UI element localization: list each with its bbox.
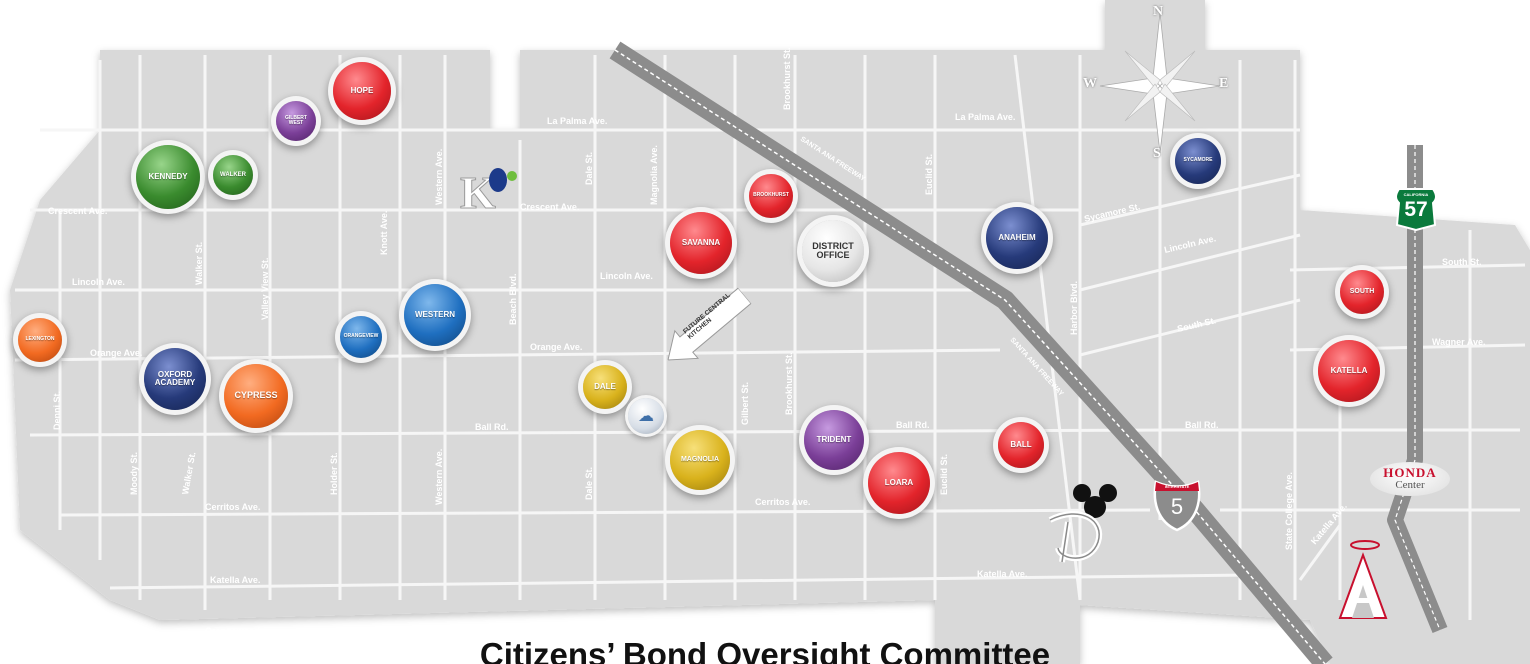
school-western[interactable]: WESTERN	[404, 284, 466, 346]
school-magnolia[interactable]: MAGNOLIA	[670, 430, 730, 490]
school-orangeview[interactable]: ORANGEVIEW	[340, 316, 382, 358]
chef-hat-icon: ☁	[638, 408, 654, 425]
future-kitchen-marker[interactable]: ☁	[628, 398, 664, 434]
school-ball[interactable]: BALL	[998, 422, 1044, 468]
label-western-n: Western Ave.	[434, 149, 444, 205]
compass-icon	[1099, 12, 1221, 154]
label-brookhurst-s: Brookhurst St.	[784, 352, 794, 415]
compass-w: W	[1083, 76, 1097, 91]
school-lexington[interactable]: LEXINGTON	[18, 318, 62, 362]
label-magnolia: Magnolia Ave.	[649, 145, 659, 205]
label-katella-east: Katella Ave.	[977, 569, 1027, 579]
label-knott: Knott Ave.	[379, 211, 389, 255]
interstate-5-shield: INTERSTATE 5	[1152, 478, 1202, 532]
school-oxford-academy[interactable]: OXFORD ACADEMY	[144, 348, 206, 410]
interstate-5-number: 5	[1170, 494, 1184, 519]
label-la-palma-east: La Palma Ave.	[955, 112, 1015, 122]
label-katella-west: Katella Ave.	[210, 575, 260, 585]
label-euclid-n: Euclid St.	[924, 154, 934, 195]
label-holder: Holder St.	[329, 452, 339, 495]
label-crescent-west: Crescent Ave.	[48, 206, 107, 216]
label-orange-mid: Orange Ave.	[530, 342, 582, 352]
school-gilbert-west[interactable]: GILBERT WEST	[276, 101, 316, 141]
school-cypress[interactable]: CYPRESS	[224, 364, 288, 428]
honda-center-logo: HONDA Center	[1370, 462, 1450, 496]
interstate-5-top: INTERSTATE	[1164, 484, 1190, 489]
map-stage: La Palma Ave. La Palma Ave. Crescent Ave…	[0, 0, 1530, 664]
highway-57-shield: CALIFORNIA 57	[1393, 185, 1439, 232]
label-ball-mid: Ball Rd.	[475, 422, 509, 432]
label-cerritos-mid: Cerritos Ave.	[755, 497, 810, 507]
honda-center-line2: Center	[1395, 479, 1425, 491]
label-orange-west: Orange Ave.	[90, 348, 142, 358]
school-anaheim[interactable]: ANAHEIM	[986, 207, 1048, 269]
label-lincoln-mid: Lincoln Ave.	[600, 271, 653, 281]
label-south-east: South St.	[1442, 257, 1482, 267]
label-moody: Moody St.	[129, 452, 139, 495]
label-dale-s: Dale St.	[584, 467, 594, 500]
school-south[interactable]: SOUTH	[1340, 270, 1384, 314]
school-katella[interactable]: KATELLA	[1318, 340, 1380, 402]
school-hope[interactable]: HOPE	[333, 62, 391, 120]
district-map: La Palma Ave. La Palma Ave. Crescent Ave…	[10, 0, 1530, 664]
label-brookhurst-n: Brookhurst St.	[782, 47, 792, 110]
label-gilbert: Gilbert St.	[740, 382, 750, 425]
label-state-college: State College Ave.	[1284, 472, 1294, 550]
label-wagner: Wagner Ave.	[1432, 337, 1486, 347]
label-lincoln-west: Lincoln Ave.	[72, 277, 125, 287]
school-walker[interactable]: WALKER	[213, 155, 253, 195]
compass-rose: N S W E	[1083, 4, 1229, 161]
school-loara[interactable]: LOARA	[868, 452, 930, 514]
school-sycamore[interactable]: SYCAMORE	[1175, 138, 1221, 184]
label-valley-view: Valley View St.	[260, 258, 270, 320]
label-beach: Beach Blvd.	[508, 273, 518, 325]
school-kennedy[interactable]: KENNEDY	[136, 145, 200, 209]
label-cerritos-west: Cerritos Ave.	[205, 502, 260, 512]
highway-57-top: CALIFORNIA	[1403, 192, 1429, 197]
compass-n: N	[1153, 4, 1164, 19]
school-brookhurst[interactable]: BROOKHURST	[749, 174, 793, 218]
school-district-office[interactable]: DISTRICT OFFICE	[802, 220, 864, 282]
label-harbor: Harbor Blvd.	[1069, 281, 1079, 335]
label-ball-east: Ball Rd.	[1185, 420, 1219, 430]
label-western-s: Western Ave.	[434, 449, 444, 505]
compass-e: E	[1219, 76, 1229, 91]
label-euclid-s: Euclid St.	[939, 454, 949, 495]
label-la-palma-west: La Palma Ave.	[547, 116, 607, 126]
label-ball-center: Ball Rd.	[896, 420, 930, 430]
label-dale-n: Dale St.	[584, 152, 594, 185]
school-savanna[interactable]: SAVANNA	[670, 212, 732, 274]
compass-s: S	[1153, 146, 1161, 161]
label-crescent-east: Crescent Ave.	[520, 202, 579, 212]
school-dale[interactable]: DALE	[583, 365, 627, 409]
school-trident[interactable]: TRIDENT	[804, 410, 864, 470]
page-title: Citizens’ Bond Oversight Committee	[479, 636, 1051, 664]
label-denni: Denni St.	[52, 391, 62, 430]
label-walker-n: Walker St.	[194, 242, 204, 285]
highway-57-number: 57	[1404, 198, 1428, 221]
district-land	[10, 0, 1530, 664]
label-orangewood: Orangewood	[205, 626, 260, 636]
